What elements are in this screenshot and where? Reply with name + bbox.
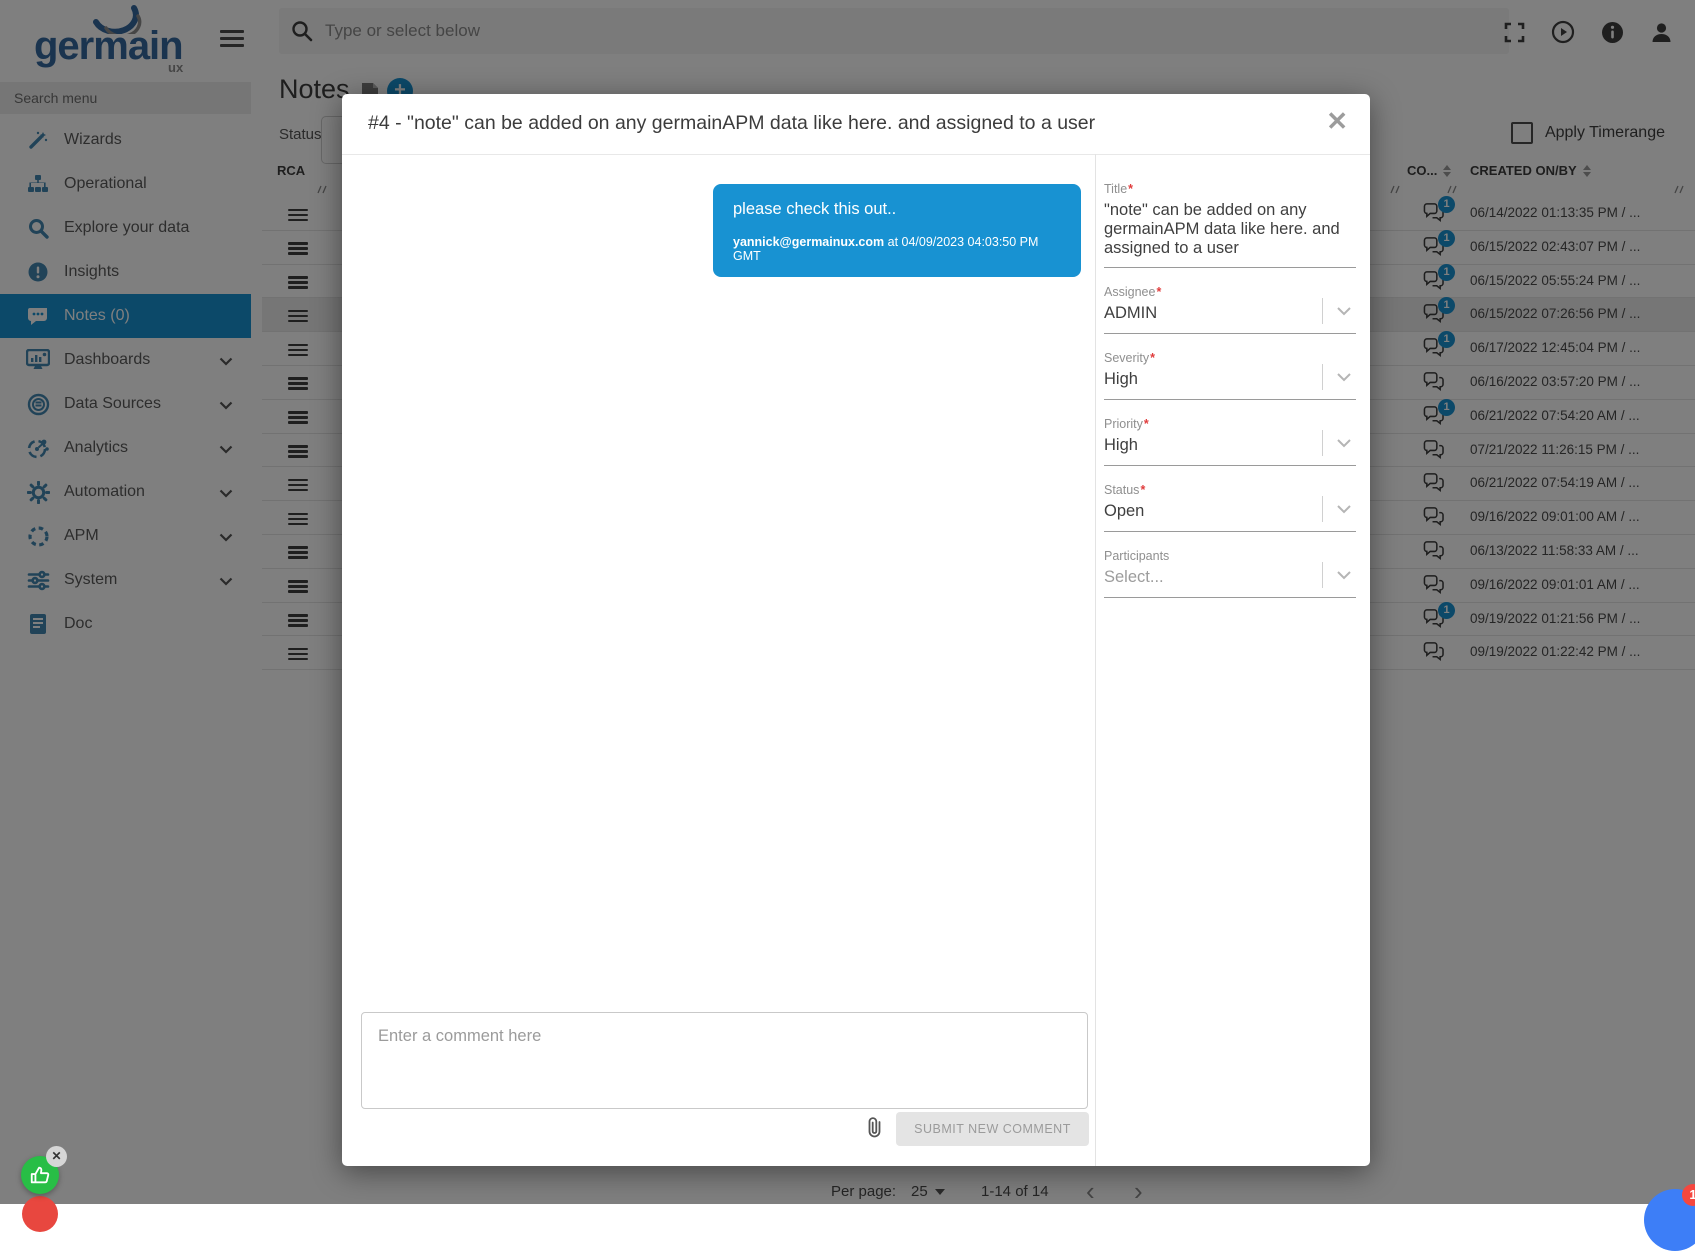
comment-bubble: please check this out.. yannick@germainu…: [713, 184, 1081, 277]
field-participants-value[interactable]: Select...: [1104, 568, 1356, 598]
chevron-down-icon[interactable]: [1322, 364, 1356, 390]
field-severity-value[interactable]: High: [1104, 370, 1356, 400]
chevron-down-icon[interactable]: [1322, 496, 1356, 522]
submit-comment-button[interactable]: SUBMIT NEW COMMENT: [896, 1112, 1089, 1146]
chevron-down-icon[interactable]: [1322, 298, 1356, 324]
field-title: Title* "note" can be added on any germai…: [1104, 182, 1356, 268]
close-icon[interactable]: ✕: [1326, 108, 1348, 134]
field-status: Status* Open: [1104, 483, 1356, 532]
required-asterisk: *: [1156, 285, 1161, 299]
chevron-down-icon[interactable]: [1322, 430, 1356, 456]
required-asterisk: *: [1144, 417, 1149, 431]
modal-header: #4 - "note" can be added on any germainA…: [342, 94, 1370, 155]
field-priority: Priority* High: [1104, 417, 1356, 466]
required-asterisk: *: [1140, 483, 1145, 497]
required-asterisk: *: [1128, 182, 1133, 196]
field-severity: Severity* High: [1104, 351, 1356, 400]
note-detail-modal: #4 - "note" can be added on any germainA…: [342, 94, 1370, 1166]
app-root: germain ux WizardsOperationalExplore you…: [0, 0, 1695, 1204]
field-assignee-value[interactable]: ADMIN: [1104, 304, 1356, 334]
field-priority-value[interactable]: High: [1104, 436, 1356, 466]
comment-input[interactable]: [361, 1012, 1088, 1109]
field-title-value[interactable]: "note" can be added on any germainAPM da…: [1104, 201, 1356, 268]
required-asterisk: *: [1150, 351, 1155, 365]
note-fields-panel: Title* "note" can be added on any germai…: [1104, 172, 1356, 598]
field-status-value[interactable]: Open: [1104, 502, 1356, 532]
dismiss-feedback-button[interactable]: ✕: [46, 1146, 67, 1167]
field-assignee: Assignee* ADMIN: [1104, 285, 1356, 334]
notification-dot: [22, 1196, 58, 1232]
comment-message: please check this out..: [733, 200, 1061, 219]
modal-title: #4 - "note" can be added on any germainA…: [368, 112, 1095, 135]
field-participants: Participants Select...: [1104, 549, 1356, 598]
modal-divider: [1095, 154, 1096, 1166]
chevron-down-icon[interactable]: [1322, 562, 1356, 588]
comment-meta: yannick@germainux.com at 04/09/2023 04:0…: [733, 235, 1061, 263]
attach-file-icon[interactable]: [865, 1116, 885, 1143]
